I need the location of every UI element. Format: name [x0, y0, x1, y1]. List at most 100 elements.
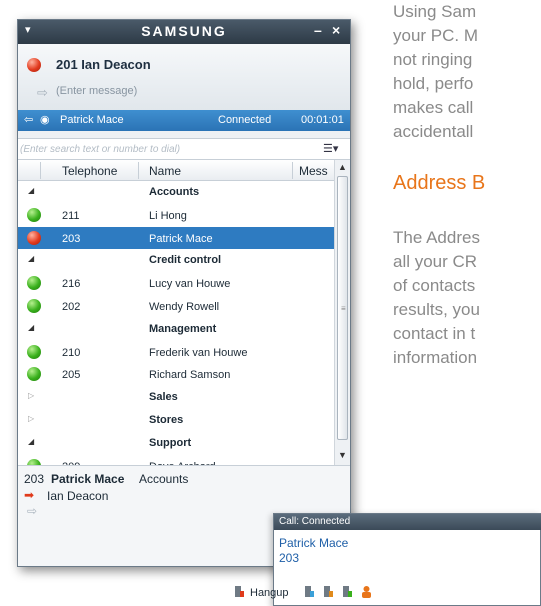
monitor-icon: ◉: [40, 114, 50, 126]
expand-triangle-icon[interactable]: ◢: [28, 323, 34, 332]
contact-telephone: 210: [62, 347, 81, 359]
doc-paragraph-2: The Addres all your CR of contacts results,…: [393, 226, 480, 370]
expand-triangle-icon[interactable]: ◢: [28, 186, 34, 195]
doc-line: hold, perfo: [393, 74, 474, 93]
active-caller-panel: 201 Ian Deacon ⇨ (Enter message): [18, 44, 350, 110]
softphone-window: ▾ SAMSUNG – × 201 Ian Deacon ⇨ (Enter me…: [17, 19, 351, 567]
contact-telephone: 203: [62, 233, 81, 245]
doc-line: your PC. M: [393, 26, 479, 45]
doc-line: The Addres: [393, 228, 480, 247]
popup-name[interactable]: Patrick Mace: [279, 536, 348, 550]
popup-extension: 203: [279, 551, 300, 565]
available-status-icon: [27, 208, 41, 222]
group-name: Accounts: [149, 186, 200, 198]
contact-row[interactable]: 205 Richard Samson: [18, 363, 334, 385]
connected-status: Connected: [218, 114, 272, 126]
contact-telephone: 211: [62, 210, 80, 222]
group-name: Sales: [149, 391, 178, 403]
close-button[interactable]: ×: [332, 22, 340, 38]
vertical-scrollbar[interactable]: ▲ ≡ ▼: [334, 160, 350, 465]
column-separator[interactable]: [40, 162, 41, 179]
doc-line: all your CR: [393, 252, 478, 271]
doc-line: not ringing: [393, 50, 473, 69]
contact-telephone: 202: [62, 301, 81, 313]
doc-line: contact in t: [393, 324, 476, 343]
busy-status-icon: [27, 58, 41, 72]
on-call-status-icon: [27, 231, 41, 245]
call-timer: 00:01:01: [301, 114, 344, 126]
contact-telephone: 205: [62, 369, 81, 381]
connected-name: Patrick Mace: [60, 114, 124, 126]
expand-triangle-icon[interactable]: ◢: [28, 254, 34, 263]
contact-icon[interactable]: [361, 585, 372, 598]
available-status-icon: [27, 345, 41, 359]
scroll-thumb[interactable]: ≡: [337, 176, 348, 440]
doc-line: of contacts: [393, 276, 476, 295]
minimize-button[interactable]: –: [314, 22, 322, 38]
contact-row[interactable]: 202 Wendy Rowell: [18, 295, 334, 317]
contact-row[interactable]: 210 Frederik van Houwe: [18, 341, 334, 363]
contact-name: Patrick Mace: [149, 233, 213, 245]
group-name: Stores: [149, 414, 184, 426]
contact-row[interactable]: 203 Patrick Mace: [18, 227, 334, 249]
hangup-icon[interactable]: [234, 585, 245, 598]
caller-name: 201 Ian Deacon: [56, 57, 151, 72]
doc-line: makes call: [393, 98, 474, 117]
column-separator[interactable]: [292, 162, 293, 179]
table-header: Telephone Name Mess: [18, 160, 334, 181]
call-direction-icon: ⇦: [24, 114, 34, 126]
scroll-down-icon[interactable]: ▼: [338, 450, 347, 460]
info-group: Accounts: [139, 472, 189, 486]
doc-line: information: [393, 348, 478, 367]
group-row[interactable]: ◢ Management: [18, 318, 334, 340]
red-arrow-icon: ➡: [24, 488, 35, 502]
group-row[interactable]: ▷ Sales: [18, 386, 334, 408]
doc-line: results, you: [393, 300, 480, 319]
popup-toolbar: Hangup: [230, 582, 541, 606]
info-forwarded-from: Ian Deacon: [47, 489, 109, 503]
message-icon: ⇨: [37, 85, 48, 100]
available-status-icon: [27, 367, 41, 381]
info-extension: 203: [24, 472, 45, 486]
expand-triangle-icon[interactable]: ◢: [28, 437, 34, 446]
grip-icon: ≡: [341, 304, 346, 313]
connected-call-bar[interactable]: ⇦ ◉ Patrick Mace Connected 00:01:01: [18, 110, 350, 131]
column-header-message[interactable]: Mess: [299, 164, 328, 178]
column-header-telephone[interactable]: Telephone: [62, 164, 117, 178]
conference-icon[interactable]: [342, 585, 353, 598]
collapse-triangle-icon[interactable]: ▷: [28, 391, 34, 400]
column-separator[interactable]: [138, 162, 139, 179]
contact-row[interactable]: 216 Lucy van Houwe: [18, 272, 334, 294]
contact-name: Lucy van Houwe: [149, 278, 231, 290]
available-status-icon: [27, 276, 41, 290]
title-bar[interactable]: ▾ SAMSUNG – ×: [18, 20, 350, 44]
collapse-triangle-icon[interactable]: ▷: [28, 414, 34, 423]
group-row[interactable]: ◢ Support: [18, 432, 334, 454]
brand-logo: SAMSUNG: [141, 23, 227, 39]
group-name: Support: [149, 437, 192, 449]
column-header-name[interactable]: Name: [149, 164, 181, 178]
contact-row[interactable]: 209Dave Archard: [18, 455, 334, 465]
message-input[interactable]: (Enter message): [56, 85, 137, 97]
contact-telephone: 216: [62, 278, 81, 290]
search-input[interactable]: [20, 141, 310, 158]
hold-icon[interactable]: [323, 585, 334, 598]
contact-name: Wendy Rowell: [149, 301, 220, 313]
group-row[interactable]: ▷ Stores: [18, 409, 334, 431]
message-icon[interactable]: ⇨: [27, 504, 37, 518]
transfer-icon[interactable]: [304, 585, 315, 598]
group-row[interactable]: ◢ Accounts: [18, 181, 334, 203]
list-view-icon[interactable]: ☰▾: [323, 142, 338, 155]
doc-heading: Address B: [393, 172, 486, 194]
doc-paragraph-1: Using Sam your PC. M not ringing hold, perf…: [393, 0, 478, 144]
doc-line: accidentall: [393, 122, 474, 141]
search-row: ☰▾: [18, 138, 350, 160]
directory-table: Telephone Name Mess ◢ Accounts 211 Li Hong 2…: [18, 160, 350, 465]
table-rows: ◢ Accounts 211 Li Hong 203 Patrick Mace ◢ Credi…: [18, 181, 334, 465]
hangup-button[interactable]: Hangup: [250, 587, 289, 599]
contact-name: Richard Samson: [149, 369, 231, 381]
contact-row[interactable]: 211 Li Hong: [18, 204, 334, 226]
scroll-up-icon[interactable]: ▲: [338, 162, 347, 172]
group-row[interactable]: ◢ Credit control: [18, 249, 334, 271]
doc-line: Using Sam: [393, 2, 477, 21]
